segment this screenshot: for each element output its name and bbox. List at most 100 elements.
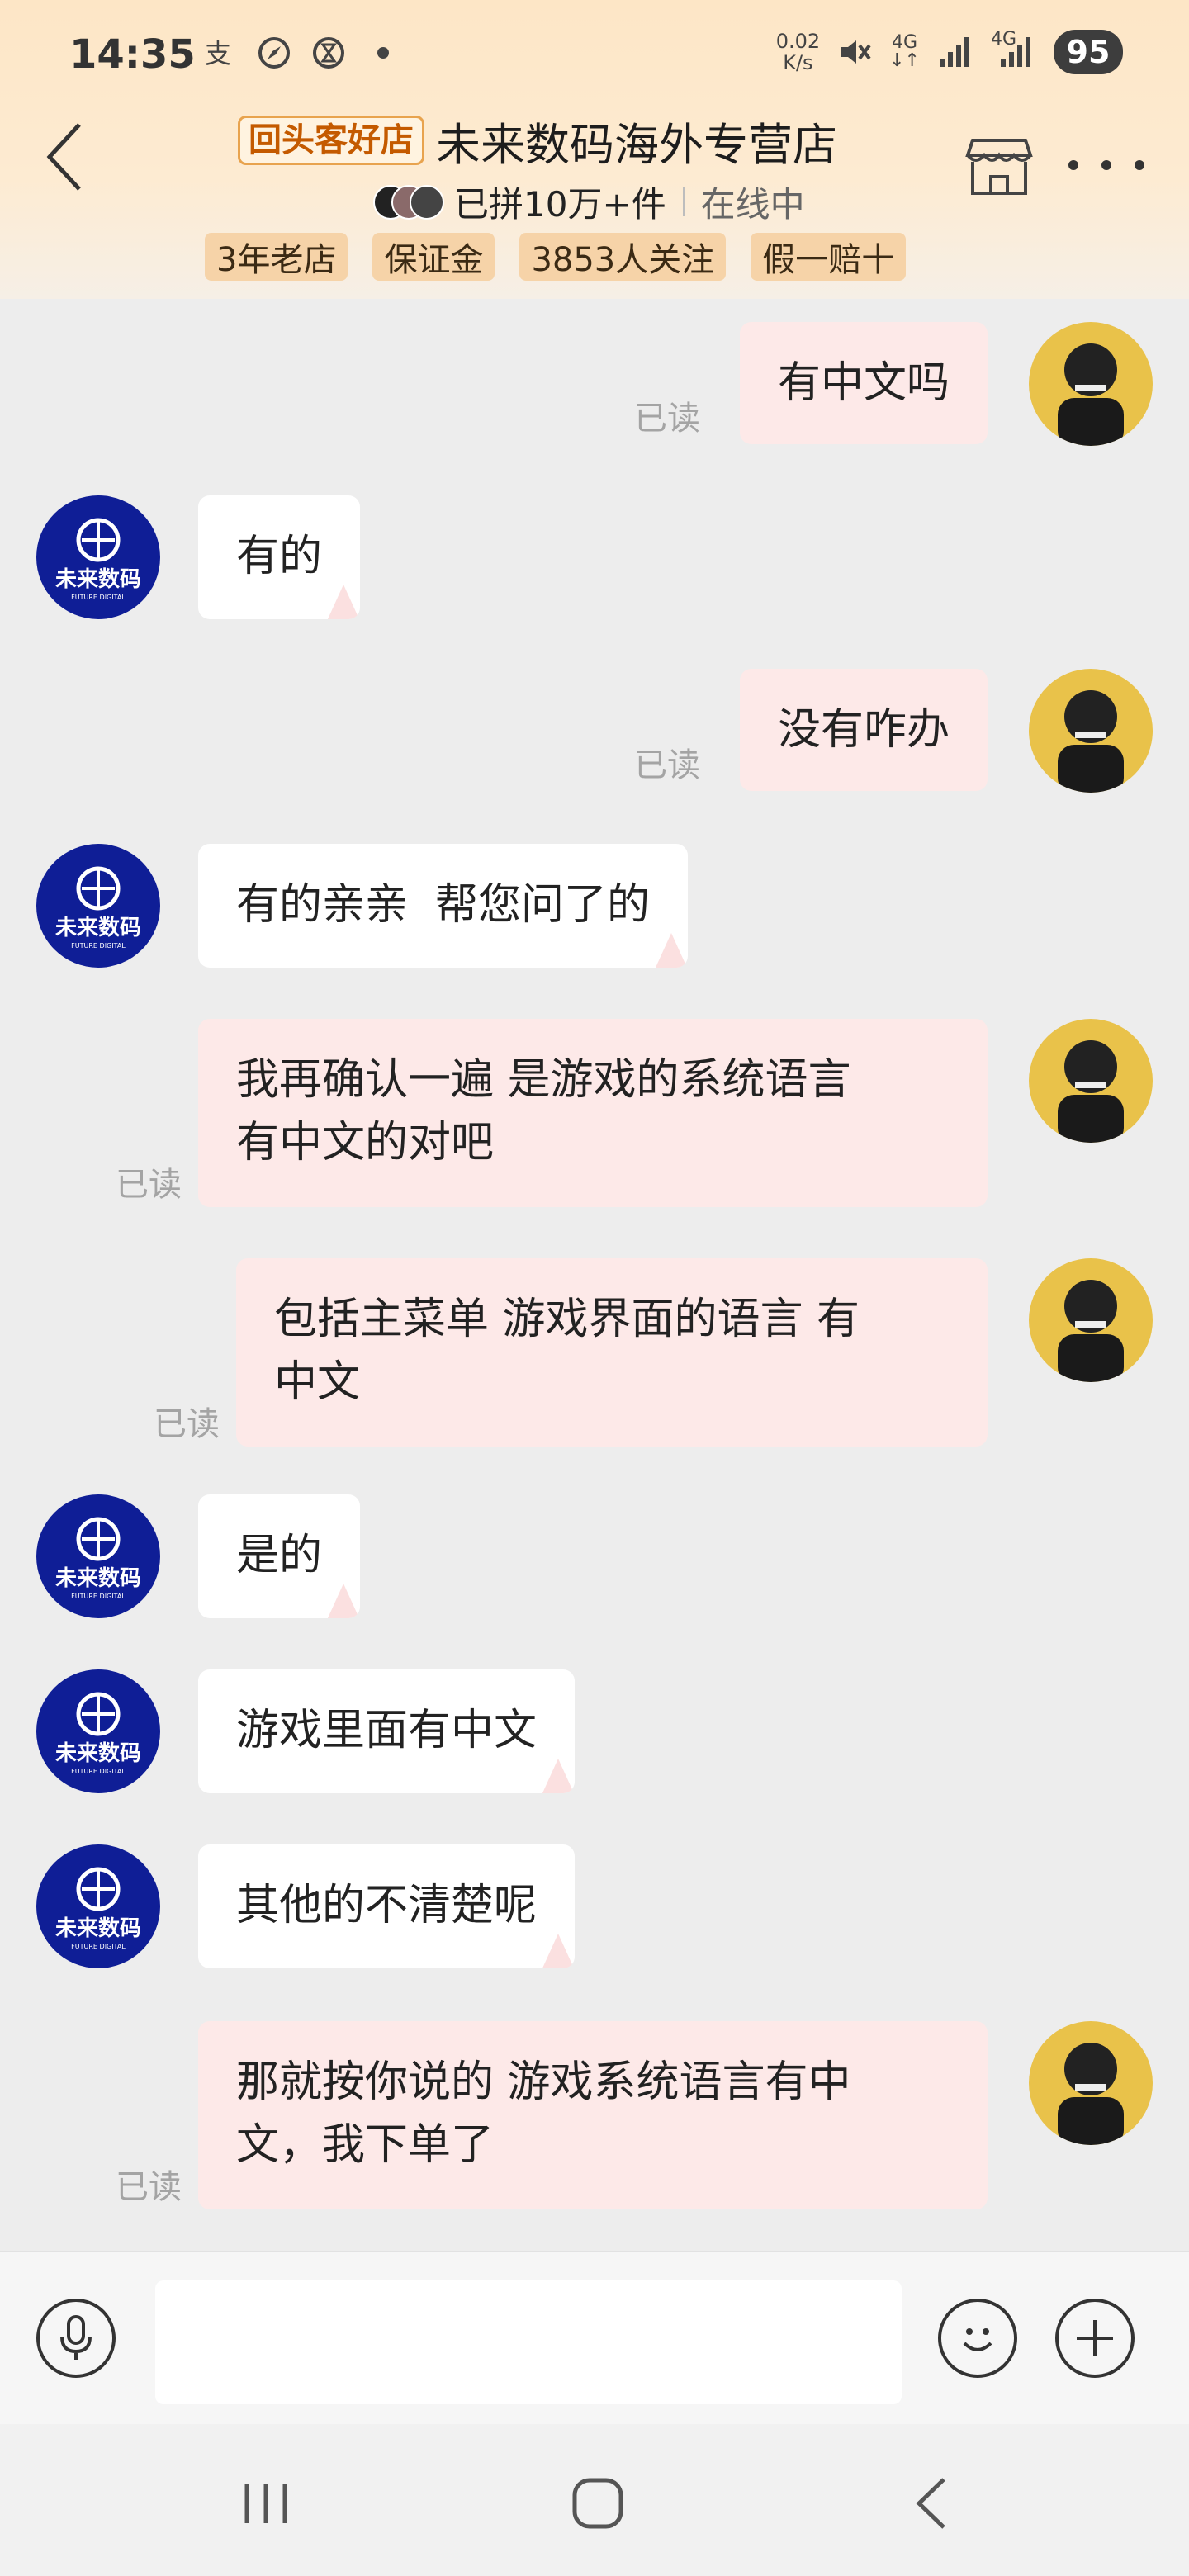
svg-text:未来数码: 未来数码 bbox=[55, 567, 141, 592]
svg-text:未来数码: 未来数码 bbox=[55, 1741, 141, 1766]
message-text: 游戏里面有中文 bbox=[236, 1706, 538, 1755]
user-avatar[interactable] bbox=[1029, 322, 1153, 446]
message-text: 其他的不清楚呢 bbox=[236, 1881, 538, 1930]
watermark-icon bbox=[542, 1759, 575, 1793]
recents-icon bbox=[244, 2484, 287, 2523]
plus-icon bbox=[1077, 2320, 1113, 2356]
buyer-avatars bbox=[373, 182, 446, 221]
watermark-icon bbox=[542, 1934, 575, 1968]
back-button[interactable] bbox=[35, 116, 92, 198]
read-receipt: 已读 bbox=[116, 1166, 182, 1204]
nav-back-button[interactable] bbox=[898, 2470, 964, 2536]
message-text: 没有咋办 bbox=[777, 705, 950, 755]
shop-tag-deposit: 保证金 bbox=[372, 233, 495, 281]
svg-text:FUTURE DIGITAL: FUTURE DIGITAL bbox=[71, 1768, 126, 1775]
svg-text:FUTURE DIGITAL: FUTURE DIGITAL bbox=[71, 594, 126, 601]
dot-icon bbox=[377, 47, 389, 59]
title-row[interactable]: 回头客好店 未来数码海外专营店 bbox=[238, 108, 837, 173]
signal-2-icon: 4G bbox=[991, 29, 1037, 70]
user-avatar[interactable] bbox=[1029, 2021, 1153, 2145]
read-receipt: 已读 bbox=[154, 1405, 220, 1443]
shop-avatar[interactable]: 未来数码 FUTURE DIGITAL bbox=[36, 844, 160, 968]
message-text-line: 那就按你说的 游戏系统语言有中 bbox=[236, 2057, 851, 2107]
divider bbox=[682, 187, 685, 216]
message-text-line: 文，我下单了 bbox=[236, 2120, 495, 2170]
message-text-line: 中文 bbox=[274, 1357, 361, 1407]
smiley-icon bbox=[963, 2328, 992, 2351]
shop-name[interactable]: 未来数码海外专营店 bbox=[436, 108, 837, 173]
online-status: 在线中 bbox=[700, 183, 805, 225]
outgoing-bubble[interactable]: 包括主菜单 游戏界面的语言 有 中文 bbox=[236, 1258, 988, 1447]
watermark-icon bbox=[327, 1584, 360, 1618]
outgoing-bubble[interactable]: 有中文吗 bbox=[739, 322, 988, 444]
shop-avatar[interactable]: 未来数码 FUTURE DIGITAL bbox=[36, 1669, 160, 1793]
shop-avatar[interactable]: 未来数码 FUTURE DIGITAL bbox=[36, 495, 160, 619]
input-bar bbox=[0, 2251, 1189, 2424]
chat-header: 14:35 支 0.02 K/s 4G ↓↑ 4G 95 回头客好店 未来数码海… bbox=[0, 0, 1189, 299]
status-bar: 14:35 支 0.02 K/s 4G ↓↑ 4G 95 bbox=[0, 0, 1189, 107]
message-text: 有中文吗 bbox=[777, 358, 950, 408]
data-4g-icon: 4G ↓↑ bbox=[889, 32, 920, 71]
shop-avatar[interactable]: 未来数码 FUTURE DIGITAL bbox=[36, 1844, 160, 1968]
repeat-customer-tag: 回头客好店 bbox=[238, 116, 424, 165]
shop-tag-guarantee: 假一赔十 bbox=[751, 233, 907, 281]
read-receipt: 已读 bbox=[634, 400, 700, 438]
system-nav-bar bbox=[0, 2424, 1189, 2576]
store-button[interactable] bbox=[964, 130, 1034, 200]
svg-text:未来数码: 未来数码 bbox=[55, 916, 141, 940]
read-receipt: 已读 bbox=[116, 2168, 182, 2206]
message-text: 是的 bbox=[236, 1531, 323, 1580]
svg-text:支: 支 bbox=[205, 38, 231, 69]
outgoing-bubble[interactable]: 我再确认一遍 是游戏的系统语言 有中文的对吧 bbox=[198, 1019, 988, 1207]
user-avatar[interactable] bbox=[1029, 669, 1153, 793]
watermark-icon bbox=[655, 933, 688, 968]
svg-text:FUTURE DIGITAL: FUTURE DIGITAL bbox=[71, 942, 126, 949]
message-text-line: 有中文的对吧 bbox=[236, 1118, 495, 1167]
recents-button[interactable] bbox=[233, 2470, 299, 2536]
home-button[interactable] bbox=[565, 2470, 631, 2536]
message-text: 有的亲亲 帮您问了的 bbox=[236, 880, 651, 930]
incoming-bubble[interactable]: 游戏里面有中文 bbox=[198, 1669, 576, 1793]
incoming-bubble[interactable]: 是的 bbox=[198, 1494, 361, 1618]
hourglass-icon bbox=[313, 37, 344, 69]
emoji-button[interactable] bbox=[938, 2299, 1017, 2378]
mute-icon bbox=[841, 40, 871, 64]
message-text: 有的 bbox=[236, 532, 323, 581]
watermark-icon bbox=[327, 585, 360, 619]
voice-button[interactable] bbox=[36, 2299, 116, 2378]
back-arrow-icon bbox=[916, 2478, 945, 2529]
svg-text:未来数码: 未来数码 bbox=[55, 1916, 141, 1941]
outgoing-bubble[interactable]: 没有咋办 bbox=[739, 669, 988, 791]
home-icon bbox=[572, 2478, 623, 2529]
user-avatar[interactable] bbox=[1029, 1019, 1153, 1143]
svg-text:FUTURE DIGITAL: FUTURE DIGITAL bbox=[71, 1943, 126, 1950]
more-dots-icon bbox=[1068, 160, 1078, 170]
shop-tag-age: 3年老店 bbox=[205, 233, 348, 281]
outgoing-bubble[interactable]: 那就按你说的 游戏系统语言有中 文，我下单了 bbox=[198, 2021, 988, 2209]
incoming-bubble[interactable]: 有的亲亲 帮您问了的 bbox=[198, 844, 689, 968]
svg-text:FUTURE DIGITAL: FUTURE DIGITAL bbox=[71, 1593, 126, 1600]
signal-1-label: 4G bbox=[892, 32, 918, 53]
shop-avatar[interactable]: 未来数码 FUTURE DIGITAL bbox=[36, 1494, 160, 1618]
message-text-line: 包括主菜单 游戏界面的语言 有 bbox=[274, 1295, 860, 1344]
message-list[interactable]: 已读 有中文吗 未来数码 FUTURE DIGITAL 有的 已读 没有咋办 未… bbox=[0, 299, 1189, 2251]
user-avatar[interactable] bbox=[1029, 1258, 1153, 1382]
shop-tag-followers: 3853人关注 bbox=[519, 233, 727, 281]
net-speed-value: 0.02 bbox=[775, 30, 821, 53]
incoming-bubble[interactable]: 其他的不清楚呢 bbox=[198, 1844, 576, 1968]
net-speed: 0.02 K/s bbox=[776, 31, 820, 73]
notification-icons: 支 bbox=[201, 35, 401, 71]
store-icon bbox=[965, 139, 1033, 195]
message-input[interactable] bbox=[155, 2280, 902, 2404]
alipay-icon: 支 bbox=[205, 38, 231, 69]
read-receipt: 已读 bbox=[634, 746, 700, 784]
status-right: 0.02 K/s 4G ↓↑ 4G 95 bbox=[776, 29, 1123, 74]
shop-tags: 3年老店 保证金 3853人关注 假一赔十 bbox=[205, 233, 907, 282]
chevron-left-icon bbox=[46, 123, 81, 191]
status-time: 14:35 bbox=[69, 31, 196, 78]
incoming-bubble[interactable]: 有的 bbox=[198, 495, 361, 619]
signal-2-label: 4G bbox=[991, 29, 1017, 50]
add-button[interactable] bbox=[1055, 2299, 1135, 2378]
more-button[interactable] bbox=[1068, 142, 1144, 188]
sold-count: 已拼10万+件 bbox=[454, 183, 666, 225]
